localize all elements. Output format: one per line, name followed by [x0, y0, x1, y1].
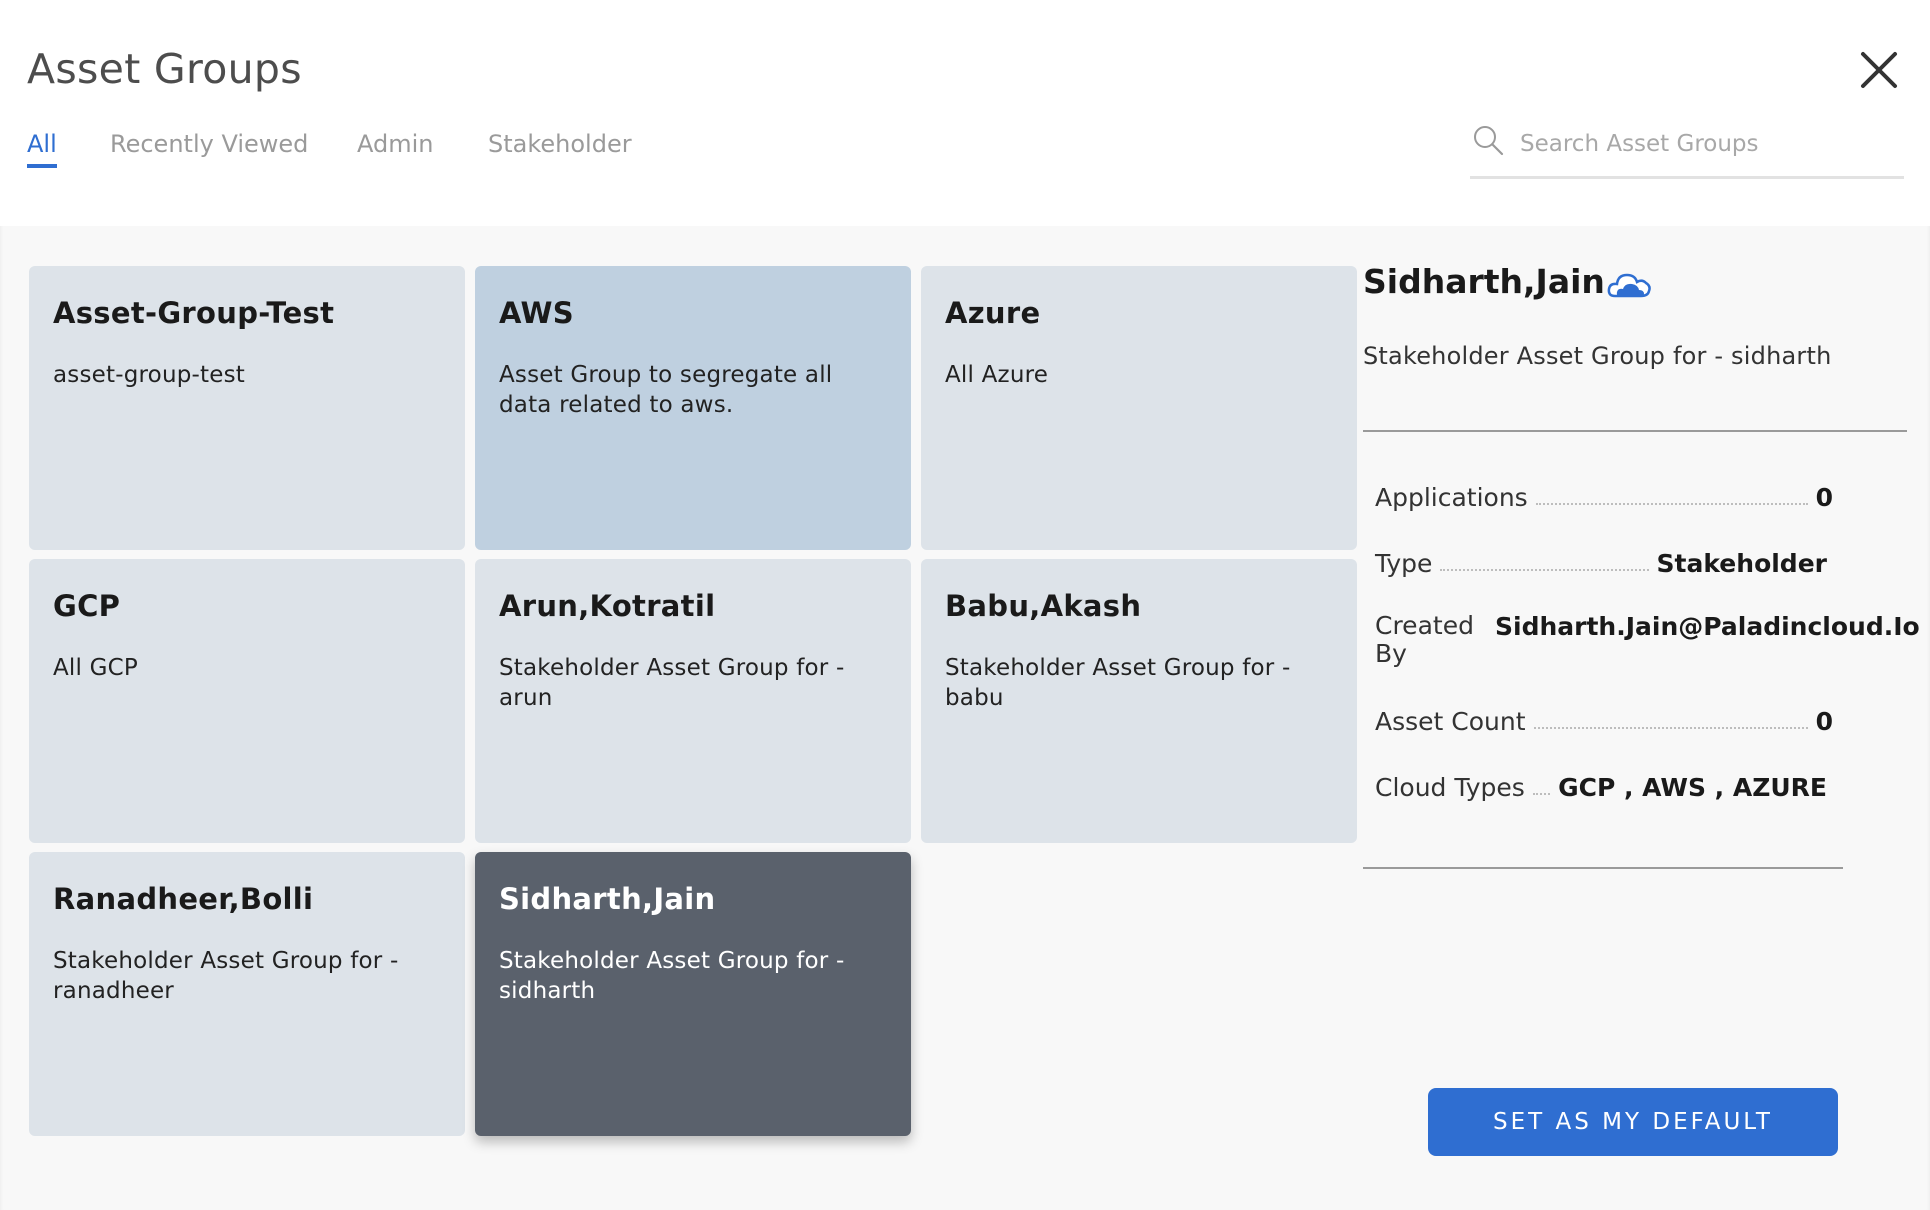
applications-row: Applications 0: [1375, 476, 1833, 512]
card-title: Azure: [945, 296, 1041, 330]
search-box: [1470, 120, 1904, 179]
search-icon[interactable]: [1472, 124, 1504, 156]
card-description: Stakeholder Asset Group for - sidharth: [499, 948, 845, 1004]
tab-all[interactable]: All: [27, 130, 57, 168]
tab-admin[interactable]: Admin: [357, 130, 434, 158]
detail-description: Stakeholder Asset Group for - sidharth: [1363, 342, 1832, 370]
asset-group-card[interactable]: Asset-Group-Test asset-group-test: [29, 266, 465, 550]
tab-recently-viewed[interactable]: Recently Viewed: [110, 130, 308, 158]
asset-group-card-selected[interactable]: Sidharth,Jain Stakeholder Asset Group fo…: [475, 852, 911, 1136]
card-description: Stakeholder Asset Group for - arun: [499, 655, 845, 711]
asset-group-card[interactable]: Arun,Kotratil Stakeholder Asset Group fo…: [475, 559, 911, 843]
divider: [1363, 867, 1843, 869]
applications-value: 0: [1815, 483, 1833, 512]
card-description: All Azure: [945, 362, 1049, 388]
type-value: Stakeholder: [1656, 549, 1827, 578]
card-title: AWS: [499, 296, 574, 330]
cloud-types-row: Cloud Types GCP , AWS , AZURE: [1375, 766, 1827, 802]
created-by-value: Sidharth.Jain@Paladincloud.Io: [1495, 612, 1920, 641]
tab-label: Recently Viewed: [110, 130, 309, 158]
modal-header: Asset Groups All Recently Viewed Admin S…: [0, 0, 1930, 226]
card-title: Babu,Akash: [945, 589, 1142, 623]
applications-label: Applications: [1375, 483, 1528, 512]
card-title: Arun,Kotratil: [499, 589, 716, 623]
asset-groups-modal: Asset Groups All Recently Viewed Admin S…: [0, 0, 1930, 1210]
asset-group-card[interactable]: Azure All Azure: [921, 266, 1357, 550]
divider: [1363, 430, 1907, 432]
asset-group-card[interactable]: AWS Asset Group to segregate all data re…: [475, 266, 911, 550]
detail-title: Sidharth,Jain: [1363, 262, 1605, 301]
dotted-leader: [1532, 792, 1551, 795]
card-description: Stakeholder Asset Group for - babu: [945, 655, 1291, 711]
active-tab-indicator: [27, 164, 57, 168]
tab-label: Stakeholder: [488, 130, 632, 158]
card-description: All GCP: [53, 655, 138, 681]
card-title: Ranadheer,Bolli: [53, 882, 314, 916]
card-description: asset-group-test: [53, 362, 245, 388]
asset-group-card[interactable]: Ranadheer,Bolli Stakeholder Asset Group …: [29, 852, 465, 1136]
cloud-icon: [1607, 273, 1651, 298]
close-icon[interactable]: [1855, 46, 1903, 94]
type-row: Type Stakeholder: [1375, 542, 1827, 578]
tab-label: All: [27, 130, 57, 158]
asset-count-value: 0: [1815, 707, 1833, 736]
card-description: Stakeholder Asset Group for - ranadheer: [53, 948, 399, 1004]
asset-group-card[interactable]: Babu,Akash Stakeholder Asset Group for -…: [921, 559, 1357, 843]
card-description: Asset Group to segregate all data relate…: [499, 362, 833, 418]
card-title: Asset-Group-Test: [53, 296, 335, 330]
card-title: Sidharth,Jain: [499, 882, 716, 916]
asset-count-row: Asset Count 0: [1375, 700, 1833, 736]
page-title: Asset Groups: [27, 45, 302, 93]
set-as-default-button[interactable]: SET AS MY DEFAULT: [1428, 1088, 1838, 1156]
asset-group-card[interactable]: GCP All GCP: [29, 559, 465, 843]
type-label: Type: [1375, 549, 1433, 578]
tab-label: Admin: [357, 130, 434, 158]
tab-stakeholder[interactable]: Stakeholder: [488, 130, 632, 158]
created-by-row: Created By Sidharth.Jain@Paladincloud.Io: [1375, 611, 1920, 672]
cloud-types-value: GCP , AWS , AZURE: [1558, 773, 1827, 802]
search-input[interactable]: [1518, 120, 1902, 168]
dotted-leader: [1535, 502, 1808, 505]
dotted-leader: [1440, 568, 1649, 571]
asset-count-label: Asset Count: [1375, 707, 1526, 736]
created-by-label: Created By: [1375, 611, 1474, 668]
dotted-leader: [1533, 726, 1808, 729]
cloud-types-label: Cloud Types: [1375, 773, 1525, 802]
card-title: GCP: [53, 589, 121, 623]
